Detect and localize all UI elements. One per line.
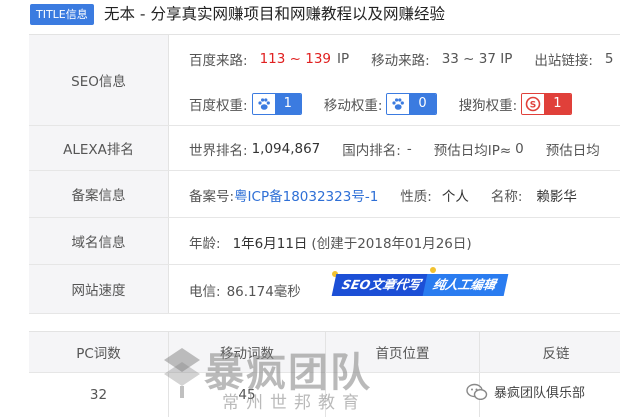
speed-row: 网站速度 电信: 86.174毫秒 SEO文章代写 纯人工编辑 bbox=[29, 265, 620, 314]
daily-ip-label: 预估日均IP≈ bbox=[433, 143, 512, 159]
alexa-row: ALEXA排名 世界排名: 1,094,867 国内排名: - 预估日均IP≈ … bbox=[29, 126, 620, 171]
icp-nature-label: 性质: bbox=[400, 189, 432, 205]
wechat-icon bbox=[466, 383, 488, 400]
daily-ip-value: 0 bbox=[515, 141, 524, 157]
mobile-weight-label: 移动权重: bbox=[323, 98, 383, 114]
alexa-line: 世界排名: 1,094,867 国内排名: - 预估日均IP≈ 0 预估日均 bbox=[189, 139, 600, 159]
icp-name-value: 赖影华 bbox=[536, 189, 577, 205]
domain-line: 年龄: 1年6月11日 (创建于2018年01月26日) bbox=[189, 232, 472, 252]
domestic-rank-value: - bbox=[406, 141, 412, 157]
baidu-source-unit: IP bbox=[337, 51, 350, 67]
domain-age-value: 1年6月11日 bbox=[232, 236, 308, 252]
icp-content: 备案号: 粤ICP备18032323号-1 性质: 个人 名称: 赖影华 bbox=[169, 171, 620, 217]
telecom-value: 86.174毫秒 bbox=[226, 284, 301, 300]
telecom-label: 电信: bbox=[189, 284, 221, 300]
domain-label: 域名信息 bbox=[29, 218, 169, 264]
homepage-position-value[interactable] bbox=[326, 373, 480, 417]
icp-name-label: 名称: bbox=[490, 189, 523, 205]
title-badge: TITLE信息 bbox=[30, 4, 94, 25]
baidu-weight-label: 百度权重: bbox=[189, 98, 248, 114]
page-title: 无本 - 分享真实网赚项目和网赚教程以及网赚经验 bbox=[104, 5, 445, 23]
baidu-source-value[interactable]: 113 ~ 139 bbox=[260, 51, 331, 67]
decor-dot bbox=[430, 267, 436, 273]
mobile-words-value[interactable]: 45 bbox=[169, 373, 326, 417]
alexa-label: ALEXA排名 bbox=[29, 126, 169, 170]
paw-icon bbox=[387, 94, 410, 114]
seo-line-2: 百度权重: 1 移动权重: 0 搜狗权重: S 1 bbox=[189, 93, 572, 115]
header-backlinks: 反链 bbox=[542, 346, 570, 362]
baidu-weight-badge[interactable]: 1 bbox=[251, 93, 302, 115]
paw-icon bbox=[252, 94, 275, 114]
outbound-label: 出站链接: bbox=[534, 53, 593, 69]
domain-created: (创建于2018年01月26日) bbox=[311, 236, 472, 252]
site-info-table: SEO信息 百度来路: 113 ~ 139 IP 移动来路: 33 ~ 37 I… bbox=[29, 34, 620, 314]
seo-label: SEO信息 bbox=[29, 35, 169, 125]
outbound-value[interactable]: 5 bbox=[605, 51, 614, 67]
sogou-weight-label: 搜狗权重: bbox=[458, 98, 518, 114]
ad-right-text: 纯人工编辑 bbox=[422, 274, 509, 296]
world-rank-value: 1,094,867 bbox=[251, 141, 321, 157]
world-rank-label: 世界排名: bbox=[189, 143, 248, 159]
wechat-account-name: 暴疯团队俱乐部 bbox=[494, 386, 586, 401]
icp-nature-value: 个人 bbox=[441, 189, 469, 205]
icp-label: 备案信息 bbox=[29, 171, 169, 217]
icp-line: 备案号: 粤ICP备18032323号-1 性质: 个人 名称: 赖影华 bbox=[189, 185, 577, 205]
mobile-source-value[interactable]: 33 ~ 37 IP bbox=[442, 51, 513, 67]
alexa-content: 世界排名: 1,094,867 国内排名: - 预估日均IP≈ 0 预估日均 bbox=[169, 126, 620, 170]
keyword-table-header: PC词数 移动词数 首页位置 反链 bbox=[29, 331, 620, 373]
sogou-icon: S bbox=[522, 94, 545, 114]
keyword-table: PC词数 移动词数 首页位置 反链 32 45 bbox=[29, 331, 620, 417]
speed-line: 电信: 86.174毫秒 bbox=[189, 280, 301, 300]
ad-left-text: SEO文章代写 bbox=[331, 274, 429, 296]
domain-row: 域名信息 年龄: 1年6月11日 (创建于2018年01月26日) bbox=[29, 218, 620, 265]
pc-words-value[interactable]: 32 bbox=[29, 373, 169, 417]
seo-writing-ad-banner[interactable]: SEO文章代写 纯人工编辑 bbox=[331, 267, 520, 297]
icp-number-label: 备案号: bbox=[189, 189, 235, 205]
icp-row: 备案信息 备案号: 粤ICP备18032323号-1 性质: 个人 名称: 赖影… bbox=[29, 171, 620, 218]
header-mobile-words: 移动词数 bbox=[169, 332, 326, 372]
mobile-weight-value: 0 bbox=[409, 94, 436, 114]
mobile-weight-badge[interactable]: 0 bbox=[386, 93, 437, 115]
svg-text:S: S bbox=[530, 101, 536, 111]
sogou-weight-value: 1 bbox=[544, 94, 571, 114]
sogou-weight-badge[interactable]: S 1 bbox=[521, 93, 572, 115]
header-homepage-position: 首页位置 bbox=[326, 332, 480, 372]
baidu-source-label: 百度来路: bbox=[189, 53, 248, 69]
baidu-weight-value: 1 bbox=[274, 94, 301, 114]
daily-pv-label: 预估日均 bbox=[545, 143, 600, 159]
domain-age-label: 年龄: bbox=[189, 236, 221, 252]
mobile-source-label: 移动来路: bbox=[371, 53, 430, 69]
domain-content: 年龄: 1年6月11日 (创建于2018年01月26日) bbox=[169, 218, 620, 264]
title-row: TITLE信息 无本 - 分享真实网赚项目和网赚教程以及网赚经验 bbox=[0, 0, 620, 30]
icp-number-link[interactable]: 粤ICP备18032323号-1 bbox=[234, 185, 378, 205]
speed-content: 电信: 86.174毫秒 SEO文章代写 纯人工编辑 bbox=[169, 265, 620, 313]
header-pc-words: PC词数 bbox=[29, 332, 169, 372]
seo-content: 百度来路: 113 ~ 139 IP 移动来路: 33 ~ 37 IP 出站链接… bbox=[169, 35, 620, 125]
domestic-rank-label: 国内排名: bbox=[342, 143, 401, 159]
wechat-account-tag: 暴疯团队俱乐部 bbox=[466, 382, 585, 401]
seo-line-1: 百度来路: 113 ~ 139 IP 移动来路: 33 ~ 37 IP 出站链接… bbox=[189, 49, 614, 69]
speed-label: 网站速度 bbox=[29, 265, 169, 313]
seo-row: SEO信息 百度来路: 113 ~ 139 IP 移动来路: 33 ~ 37 I… bbox=[29, 35, 620, 126]
